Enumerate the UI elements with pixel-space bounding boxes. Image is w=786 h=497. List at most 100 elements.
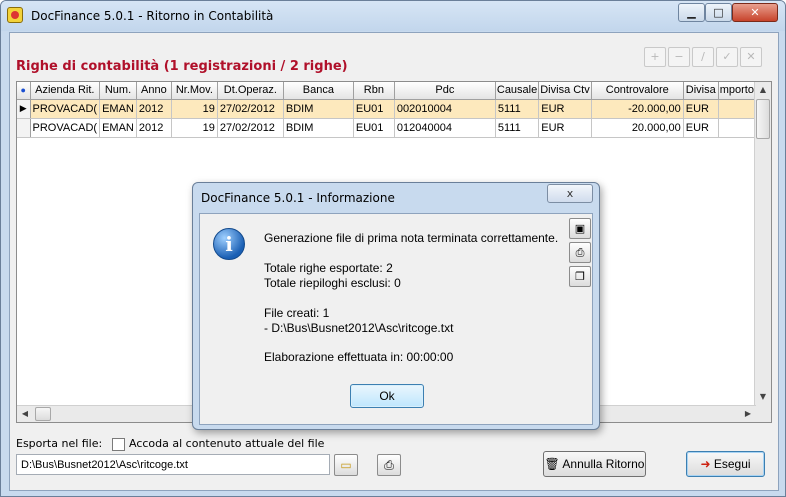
column-header[interactable]: Pdc [394, 82, 496, 100]
save-button[interactable]: ▣ [569, 218, 591, 239]
floppy-disk-icon: ▣ [574, 222, 586, 235]
grid-header-row: ● Azienda Rit. Num. Anno Nr.Mov. Dt.Oper… [17, 82, 769, 100]
dialog-message-line: Elaborazione effettuata in: 00:00:00 [264, 350, 454, 364]
column-header[interactable]: Divisa [683, 82, 719, 100]
grid-cell[interactable]: PROVACAD( [30, 99, 101, 119]
grid-cell[interactable]: 5111 [495, 99, 540, 119]
column-header[interactable]: Anno [136, 82, 172, 100]
grid-cell[interactable]: PROVACAD( [30, 118, 101, 138]
grid-cell[interactable]: 002010004 [394, 99, 496, 119]
maximize-button[interactable]: □ [705, 3, 732, 22]
add-icon: + [650, 50, 660, 63]
toolbar-add-button[interactable]: + [644, 47, 666, 67]
copy-button[interactable]: ❐ [569, 266, 591, 287]
column-header[interactable]: Nr.Mov. [171, 82, 218, 100]
grid-cell[interactable]: 012040004 [394, 118, 496, 138]
vertical-scroll-thumb[interactable] [756, 99, 770, 139]
column-header[interactable]: Causale [495, 82, 540, 100]
remove-icon: − [674, 50, 684, 63]
toolbar-edit-button[interactable]: ∕ [692, 47, 714, 67]
close-button[interactable]: ✕ [732, 3, 778, 22]
ok-button[interactable]: Ok [350, 384, 424, 408]
grid-cell[interactable]: EMAN [99, 118, 137, 138]
information-icon: i [213, 228, 245, 260]
blue-dot-icon: ● [20, 85, 26, 96]
dialog-message-line: Generazione file di prima nota terminata… [264, 231, 559, 245]
scroll-down-icon[interactable]: ▼ [755, 389, 771, 405]
app-logo-icon [7, 7, 23, 23]
esegui-label: Esegui [713, 457, 751, 471]
dialog-title: DocFinance 5.0.1 - Informazione [201, 191, 395, 205]
toolbar-check-button[interactable]: ✓ [716, 47, 738, 67]
grid-cell[interactable]: -20.000,00 [591, 99, 684, 119]
annulla-ritorno-button[interactable]: 🗑 Annulla Ritorno [543, 451, 646, 477]
select-all-header[interactable]: ● [17, 82, 31, 100]
grid-cell[interactable]: 5111 [495, 118, 540, 138]
info-dialog[interactable]: DocFinance 5.0.1 - Informazione x i Gene… [192, 182, 600, 430]
run-arrow-icon: ➜ [700, 457, 711, 471]
toolbar-cancel-button[interactable]: ✕ [740, 47, 762, 67]
grid-cell[interactable]: 2012 [136, 99, 172, 119]
grid-cell[interactable]: 20.000,00 [591, 118, 684, 138]
column-header[interactable]: Dt.Operaz. [217, 82, 284, 100]
esegui-button[interactable]: ➜ Esegui [686, 451, 765, 477]
annulla-ritorno-label: Annulla Ritorno [562, 457, 645, 471]
row-indicator[interactable] [17, 118, 31, 138]
dialog-close-button[interactable]: x [547, 184, 593, 203]
trash-icon: 🗑 [544, 457, 560, 471]
grid-cell[interactable]: 19 [171, 99, 218, 119]
grid-cell[interactable]: BDIM [283, 118, 354, 138]
column-header[interactable]: Rbn [353, 82, 395, 100]
toolbar-remove-button[interactable]: − [668, 47, 690, 67]
dialog-body: i Generazione file di prima nota termina… [199, 213, 593, 425]
print-message-button[interactable]: ⎙ [569, 242, 591, 263]
grid-cell[interactable]: EUR [538, 99, 592, 119]
print-button[interactable]: ⎙ [377, 454, 401, 476]
horizontal-scroll-thumb[interactable] [35, 407, 51, 421]
minimize-button[interactable]: ▁ [678, 3, 705, 22]
scroll-right-icon[interactable]: ▶ [740, 406, 756, 422]
dialog-message-line: File creati: 1 [264, 306, 330, 320]
grid-table: ● Azienda Rit. Num. Anno Nr.Mov. Dt.Oper… [17, 82, 769, 138]
check-icon: ✓ [722, 50, 732, 63]
section-title: Righe di contabilità (1 registrazioni / … [16, 59, 348, 74]
grid-cell[interactable]: EUR [683, 118, 719, 138]
append-label[interactable]: Accoda al contenuto attuale del file [129, 437, 324, 450]
folder-open-icon: ▭ [340, 458, 352, 472]
close-icon: ✕ [750, 6, 760, 19]
grid-cell[interactable]: 27/02/2012 [217, 99, 284, 119]
column-header[interactable]: Banca [283, 82, 354, 100]
grid-cell[interactable]: 19 [171, 118, 218, 138]
column-header[interactable]: Azienda Rit. [30, 82, 101, 100]
grid-cell[interactable]: 2012 [136, 118, 172, 138]
maximize-icon: □ [713, 6, 724, 19]
current-row-arrow-icon: ▶ [19, 103, 27, 113]
export-path-input[interactable] [16, 454, 330, 475]
column-header[interactable]: Divisa Ctv [538, 82, 592, 100]
append-checkbox[interactable] [112, 438, 125, 451]
grid-cell[interactable]: EUR [683, 99, 719, 119]
table-row[interactable]: ▶ PROVACAD( EMAN 2012 19 27/02/2012 BDIM… [17, 99, 769, 119]
row-indicator[interactable]: ▶ [17, 99, 31, 119]
close-icon: x [566, 187, 574, 200]
column-header[interactable]: Num. [99, 82, 137, 100]
vertical-scrollbar[interactable]: ▲ ▼ [754, 82, 771, 422]
grid-cell[interactable]: BDIM [283, 99, 354, 119]
cancel-icon: ✕ [746, 50, 756, 63]
window-title: DocFinance 5.0.1 - Ritorno in Contabilit… [31, 9, 274, 23]
grid-cell[interactable]: 27/02/2012 [217, 118, 284, 138]
export-label: Esporta nel file: [16, 437, 103, 450]
dialog-message-line: Totale righe esportate: 2 [264, 261, 393, 275]
table-row[interactable]: PROVACAD( EMAN 2012 19 27/02/2012 BDIM E… [17, 118, 769, 138]
column-header[interactable]: Controvalore [591, 82, 684, 100]
grid-cell[interactable]: EU01 [353, 99, 395, 119]
grid-cell[interactable]: EMAN [99, 99, 137, 119]
browse-folder-button[interactable]: ▭ [334, 454, 358, 476]
scroll-left-icon[interactable]: ◀ [17, 406, 33, 422]
grid-cell[interactable]: EUR [538, 118, 592, 138]
dialog-message-line: Totale riepiloghi esclusi: 0 [264, 276, 401, 290]
printer-icon: ⎙ [575, 246, 585, 259]
title-bar[interactable]: DocFinance 5.0.1 - Ritorno in Contabilit… [1, 1, 785, 31]
scroll-up-icon[interactable]: ▲ [755, 82, 771, 98]
grid-cell[interactable]: EU01 [353, 118, 395, 138]
